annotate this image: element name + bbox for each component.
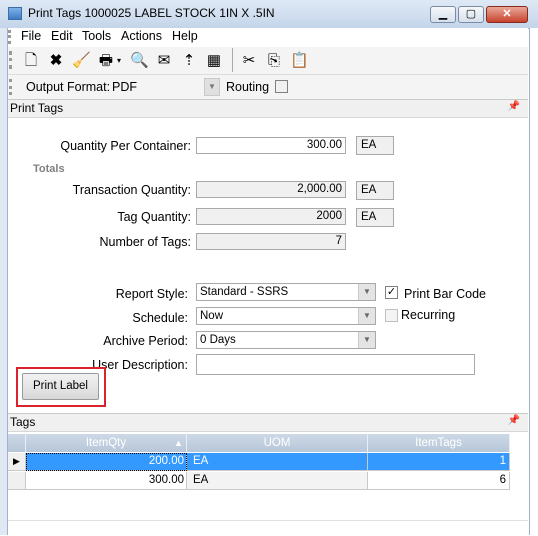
maximize-button[interactable]: ▢ [458, 6, 484, 23]
pin-icon[interactable]: 📌 [508, 415, 520, 426]
close-button[interactable]: ✕ [486, 6, 528, 23]
transaction-qty-field: 2,000.00 [196, 181, 346, 198]
tag-qty-uom: EA [356, 208, 394, 227]
qty-per-container-field[interactable]: 300.00 [196, 137, 346, 154]
schedule-value: Now [200, 310, 224, 322]
table-cell-itemtags[interactable]: 6 [368, 472, 510, 490]
recurring-label: Recurring [401, 308, 456, 322]
toolbar-separator [232, 48, 233, 72]
tag-qty-label: Tag Quantity: [117, 210, 191, 224]
num-tags-field: 7 [196, 233, 346, 250]
column-header-uom[interactable]: UOM [187, 434, 368, 452]
print-tags-title: Print Tags [10, 101, 64, 115]
format-grip [9, 79, 16, 95]
transaction-qty-label: Transaction Quantity: [72, 183, 191, 197]
archive-period-label: Archive Period: [103, 334, 188, 348]
schedule-select[interactable]: Now ▼ [196, 307, 376, 325]
chevron-down-icon[interactable]: ▼ [358, 332, 375, 348]
routing-checkbox[interactable] [275, 80, 288, 93]
sort-ascending-icon: ▲ [174, 438, 183, 448]
minimize-button[interactable]: ▁ [430, 6, 456, 23]
preview-icon[interactable]: 🔍 [130, 52, 149, 69]
menu-tools[interactable]: Tools [82, 29, 111, 43]
report-style-value: Standard - SSRS [200, 286, 289, 298]
tag-qty-field: 2000 [196, 208, 346, 225]
menu-edit[interactable]: Edit [51, 29, 73, 43]
column-header-itemqty[interactable]: ItemQty ▲ [26, 434, 187, 452]
menu-grip [8, 30, 15, 44]
cut-icon[interactable]: ✂ [240, 52, 258, 69]
qty-per-container-uom: EA [356, 136, 394, 155]
column-header-itemtags[interactable]: ItemTags [368, 434, 510, 452]
minimize-icon: ▁ [438, 8, 448, 20]
user-description-input[interactable] [196, 354, 475, 375]
maximize-icon: ▢ [465, 8, 477, 20]
output-format-dropdown-icon[interactable]: ▼ [204, 78, 220, 96]
report-style-label: Report Style: [115, 287, 188, 301]
menu-actions[interactable]: Actions [121, 29, 162, 43]
row-header[interactable] [8, 472, 26, 490]
tags-title: Tags [10, 415, 36, 429]
print-tags-header: Print Tags 📌 [8, 99, 528, 118]
table-cell-itemqty[interactable]: 200.00 [26, 453, 187, 471]
print-bar-code-label: Print Bar Code [404, 287, 486, 301]
app-icon [8, 7, 22, 20]
grid-corner [8, 434, 26, 452]
schedule-label: Schedule: [132, 311, 188, 325]
archive-period-select[interactable]: 0 Days ▼ [196, 331, 376, 349]
transaction-qty-uom: EA [356, 181, 394, 200]
toolbar-grip [9, 51, 16, 69]
clear-icon[interactable]: 🧹 [72, 52, 91, 69]
window-left-border [0, 28, 8, 535]
chevron-down-icon[interactable]: ▼ [358, 308, 375, 324]
table-cell-itemtags[interactable]: 1 [368, 453, 510, 471]
copy-icon[interactable]: ⎘ [265, 52, 283, 69]
table-cell-itemqty[interactable]: 300.00 [26, 472, 187, 490]
table-cell-uom[interactable]: EA [187, 453, 368, 471]
schedule-icon[interactable]: ▦ [205, 52, 223, 69]
print-dropdown-icon[interactable]: ▾ [117, 56, 121, 65]
checkmark-icon: ✓ [386, 286, 397, 298]
attach-icon[interactable]: ⇡ [180, 52, 198, 69]
totals-label: Totals [33, 163, 65, 175]
num-tags-label: Number of Tags: [99, 235, 191, 249]
print-label-button[interactable]: Print Label [22, 373, 99, 400]
table-cell-uom[interactable]: EA [187, 472, 368, 490]
archive-period-value: 0 Days [200, 334, 236, 346]
row-indicator-icon[interactable]: ▶ [8, 453, 26, 471]
menu-help[interactable]: Help [172, 29, 198, 43]
column-header-label: ItemQty [85, 437, 127, 449]
print-icon[interactable]: 🖶 [97, 52, 115, 69]
output-format-value[interactable]: PDF [112, 80, 137, 94]
paste-icon[interactable]: 📋 [290, 52, 309, 69]
delete-icon[interactable]: ✖ [47, 52, 65, 69]
print-bar-code-checkbox[interactable]: ✓ [385, 286, 398, 299]
bottom-area [8, 520, 528, 536]
pin-icon[interactable]: 📌 [508, 101, 520, 112]
recurring-checkbox[interactable] [385, 309, 398, 322]
report-style-select[interactable]: Standard - SSRS ▼ [196, 283, 376, 301]
window-right-border [529, 28, 538, 535]
chevron-down-icon[interactable]: ▼ [358, 284, 375, 300]
new-icon[interactable]: 🗋 [22, 52, 40, 69]
routing-label: Routing [226, 80, 270, 94]
close-icon: ✕ [502, 8, 512, 20]
qty-per-container-label: Quantity Per Container: [60, 139, 191, 153]
menu-file[interactable]: File [21, 29, 41, 43]
output-format-label: Output Format: [26, 80, 111, 94]
window-title: Print Tags 1000025 LABEL STOCK 1IN X .5I… [28, 6, 275, 20]
tags-header: Tags 📌 [8, 413, 528, 432]
email-icon[interactable]: ✉ [155, 52, 173, 69]
